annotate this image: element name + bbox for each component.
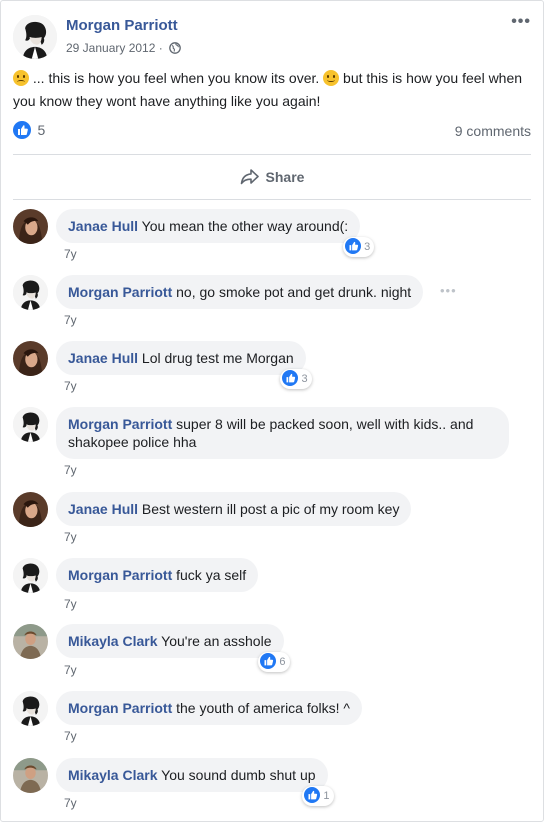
commenter-avatar[interactable] — [13, 691, 48, 726]
share-label: Share — [265, 169, 305, 185]
divider — [13, 154, 531, 155]
commenter-name[interactable]: Janae Hull — [68, 218, 138, 234]
comment-bubble: Janae Hull Lol drug test me Morgan 3 — [56, 341, 312, 389]
commenter-avatar[interactable] — [13, 209, 48, 244]
comment-time[interactable]: 7y — [64, 729, 77, 743]
comment-time[interactable]: 7y — [64, 463, 77, 477]
comment-time[interactable]: 7y — [64, 796, 77, 810]
comment-bubble: Janae Hull Best western ill post a pic o… — [56, 492, 412, 526]
reaction-count: 6 — [279, 656, 286, 668]
comment-bubble: Morgan Parriott super 8 will be packed s… — [56, 407, 509, 459]
comment: Mikayla Clark You sound dumb shut up 1 7… — [13, 758, 531, 822]
author-avatar[interactable] — [13, 15, 57, 59]
comment-text: You sound dumb shut up — [161, 767, 316, 783]
share-button[interactable]: Share — [1, 161, 543, 193]
comment-reactions[interactable]: 3 — [343, 237, 375, 257]
comment: Morgan Parriott no, go smoke pot and get… — [13, 275, 531, 341]
comment-bubble: Mikayla Clark You sound dumb shut up 1 — [56, 758, 334, 806]
comment-text: You're an asshole — [161, 633, 272, 649]
comment-text: no, go smoke pot and get drunk. night — [176, 284, 412, 300]
globe-icon — [169, 42, 181, 57]
commenter-avatar[interactable] — [13, 275, 48, 310]
comment-time[interactable]: 7y — [64, 530, 77, 544]
comment: Janae Hull Lol drug test me Morgan 3 7y — [13, 341, 531, 407]
comment-reactions[interactable]: 3 — [280, 369, 312, 389]
comment: Morgan Parriott fuck ya self 7y — [13, 558, 531, 624]
comment-bubble: Morgan Parriott fuck ya self — [56, 558, 259, 592]
post-author-name[interactable]: Morgan Parriott — [66, 17, 178, 34]
like-reaction-icon[interactable] — [13, 121, 31, 139]
comment-text: Best western ill post a pic of my room k… — [141, 501, 400, 517]
comment-options-icon[interactable]: ••• — [440, 283, 457, 298]
post-options-icon[interactable]: ••• — [511, 13, 531, 31]
comment-text: fuck ya self — [176, 567, 247, 583]
commenter-name[interactable]: Morgan Parriott — [68, 284, 172, 300]
comment-bubble: Janae Hull You mean the other way around… — [56, 209, 375, 257]
commenter-name[interactable]: Mikayla Clark — [68, 767, 158, 783]
commenter-name[interactable]: Morgan Parriott — [68, 567, 172, 583]
commenter-name[interactable]: Janae Hull — [68, 350, 138, 366]
post-header: Morgan Parriott 29 January 2012 · ••• — [13, 13, 531, 61]
post-text-part1: ... this is how you feel when you know i… — [29, 70, 324, 86]
comment-bubble: Mikayla Clark You're an asshole 6 — [56, 624, 290, 672]
comment: Mikayla Clark You're an asshole 6 7y — [13, 624, 531, 690]
reaction-count: 3 — [364, 241, 371, 253]
reaction-count: 1 — [323, 790, 330, 802]
comment: Janae Hull You mean the other way around… — [13, 209, 531, 275]
post-card: Morgan Parriott 29 January 2012 · ••• ..… — [0, 0, 544, 822]
comment: Morgan Parriott super 8 will be packed s… — [13, 407, 531, 487]
comment-time[interactable]: 7y — [64, 379, 77, 393]
reaction-count: 3 — [301, 373, 308, 385]
commenter-name[interactable]: Mikayla Clark — [68, 633, 158, 649]
commenter-name[interactable]: Morgan Parriott — [68, 700, 172, 716]
commenter-avatar[interactable] — [13, 624, 48, 659]
comment-text: Lol drug test me Morgan — [141, 350, 294, 366]
like-reaction-icon — [282, 370, 299, 386]
post-stats: 5 9 comments — [13, 121, 531, 143]
comment: Morgan Parriott the youth of america fol… — [13, 691, 531, 757]
share-icon — [240, 169, 259, 185]
comment-text: the youth of america folks! ^ — [176, 700, 350, 716]
comment: Janae Hull Best western ill post a pic o… — [13, 492, 531, 558]
like-reaction-icon — [345, 238, 361, 254]
commenter-avatar[interactable] — [13, 558, 48, 593]
post-message: ... this is how you feel when you know i… — [13, 67, 528, 113]
commenter-avatar[interactable] — [13, 407, 48, 442]
post-meta: 29 January 2012 · — [66, 41, 181, 57]
comment-bubble: Morgan Parriott no, go smoke pot and get… — [56, 275, 424, 309]
commenter-avatar[interactable] — [13, 492, 48, 527]
comment-time[interactable]: 7y — [64, 247, 77, 261]
comment-text: You mean the other way around(: — [141, 218, 349, 234]
comment-reactions[interactable]: 6 — [258, 652, 290, 672]
commenter-avatar[interactable] — [13, 341, 48, 376]
like-count[interactable]: 5 — [37, 122, 45, 138]
like-reaction-icon — [304, 787, 321, 803]
comment-bubble: Morgan Parriott the youth of america fol… — [56, 691, 362, 725]
comment-reactions[interactable]: 1 — [302, 786, 334, 806]
post-date[interactable]: 29 January 2012 · — [66, 41, 163, 55]
commenter-name[interactable]: Janae Hull — [68, 501, 138, 517]
smile-emoji-icon — [323, 70, 340, 86]
commenter-avatar[interactable] — [13, 758, 48, 793]
comment-time[interactable]: 7y — [64, 597, 77, 611]
divider — [13, 199, 531, 200]
comment-time[interactable]: 7y — [64, 313, 77, 327]
like-reaction-icon — [260, 653, 277, 669]
comment-time[interactable]: 7y — [64, 663, 77, 677]
disappointed-emoji-icon — [13, 70, 29, 86]
comment-count[interactable]: 9 comments — [455, 123, 531, 139]
commenter-name[interactable]: Morgan Parriott — [68, 416, 172, 432]
